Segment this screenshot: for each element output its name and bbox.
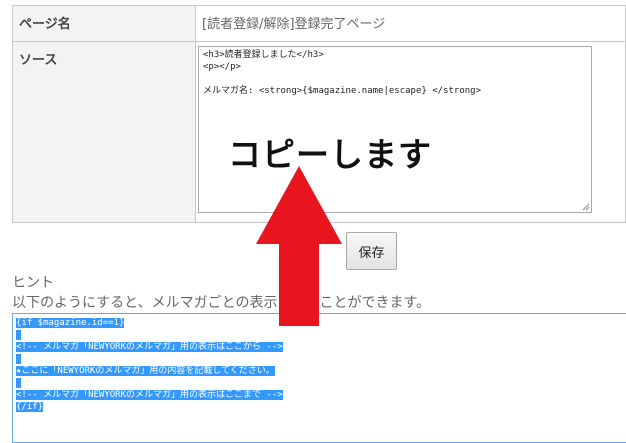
source-label: ソース: [12, 41, 196, 223]
hint-code-textarea[interactable]: {if $magazine.id==1} <!-- メルマガ「NEWYORKのメ…: [12, 313, 626, 443]
source-line: <p></p>: [203, 62, 241, 72]
hint-code-line: [16, 378, 22, 388]
hint-code-line: {if $magazine.id==1}: [16, 318, 125, 328]
hint-code-line: <!-- メルマガ「NEWYORKのメルマガ」用の表示はここまで -->: [16, 390, 283, 400]
hint-description: 以下のようにすると、メルマガごとの表示 ことができます。: [12, 295, 431, 311]
page-name-value: [読者登録/解除]登録完了ページ: [195, 5, 626, 42]
copy-annotation: コピーします: [228, 135, 432, 174]
hint-code-line: {/if}: [16, 402, 44, 412]
hint-code-line: [16, 330, 22, 340]
arrow-shape: [256, 166, 342, 326]
save-button[interactable]: 保存: [346, 232, 397, 270]
source-line: メルマガ名: <strong>{$magazine.name|escape} <…: [203, 86, 481, 96]
hint-code-line: <!-- メルマガ「NEWYORKのメルマガ」用の表示はここから -->: [16, 342, 283, 352]
resize-grip-icon[interactable]: [582, 203, 590, 211]
hint-title: ヒント: [12, 275, 54, 291]
hint-code-line: [16, 354, 22, 364]
hint-code-line: ★ここに「NEWYORKのメルマガ」用の内容を記載してください。: [16, 366, 275, 376]
source-line: [203, 73, 587, 85]
source-line: <h3>読者登録しました</h3>: [203, 50, 324, 60]
up-arrow-icon: [256, 166, 342, 326]
page-name-label: ページ名: [12, 5, 196, 42]
